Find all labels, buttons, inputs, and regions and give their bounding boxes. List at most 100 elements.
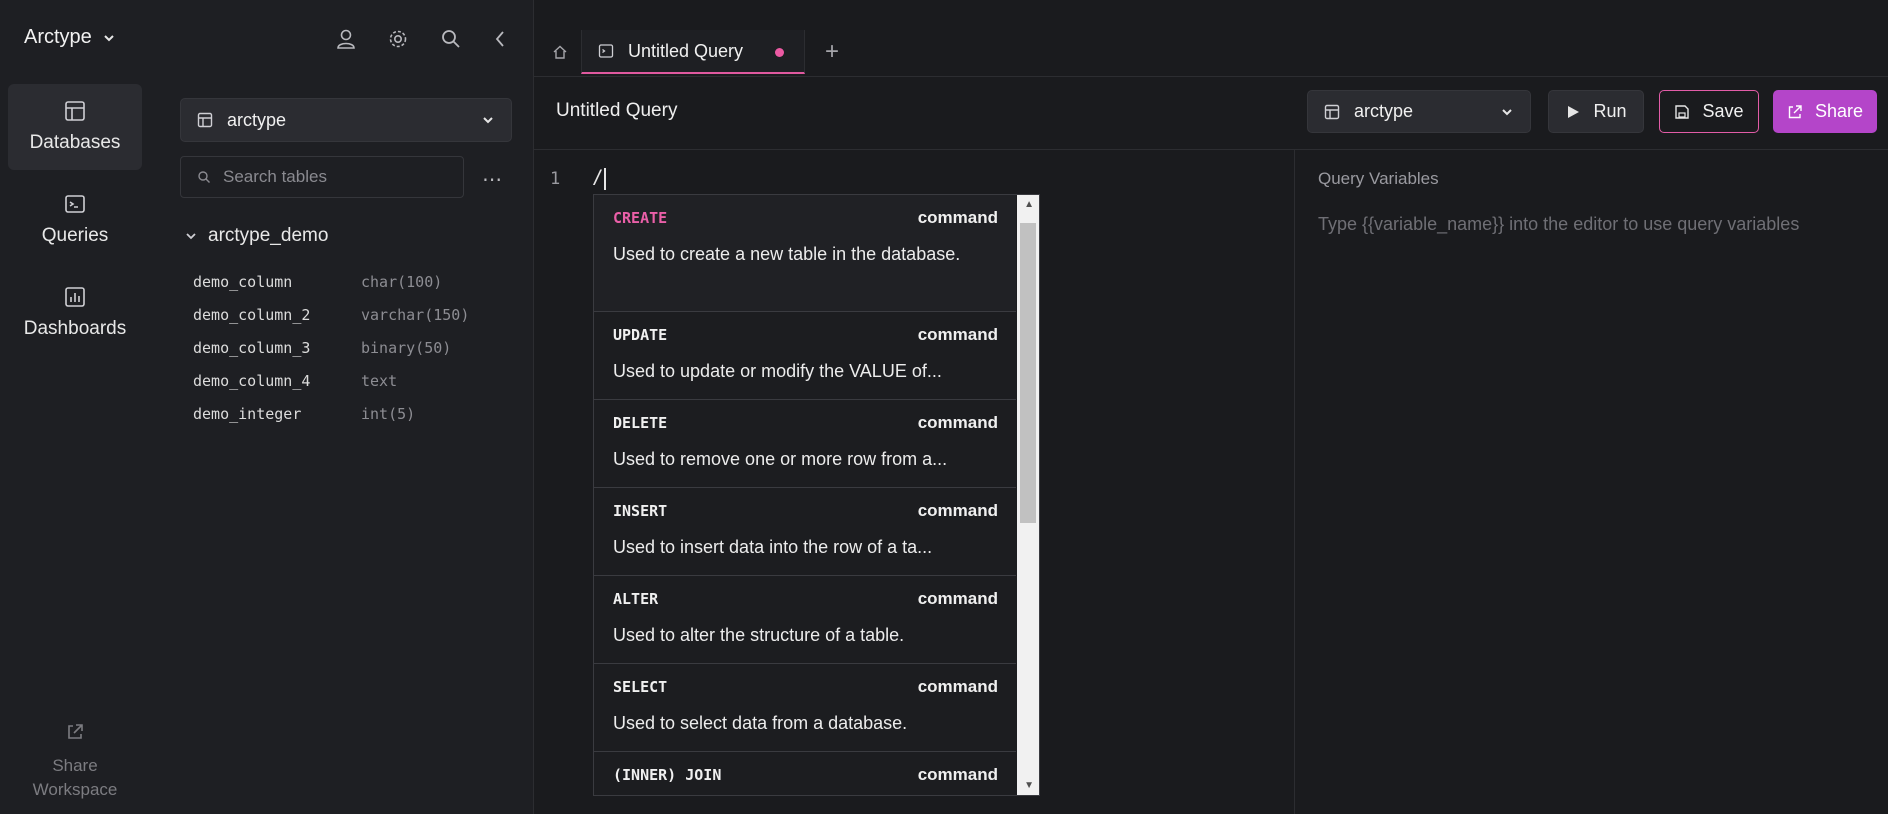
collapse-sidebar-icon[interactable]	[493, 28, 507, 50]
autocomplete-item[interactable]: DELETE command Used to remove one or mor…	[594, 400, 1016, 488]
play-icon	[1568, 105, 1580, 118]
pane-divider[interactable]	[1294, 149, 1295, 814]
line-number: 1	[550, 169, 561, 189]
tab-home[interactable]	[540, 30, 580, 74]
autocomplete-kind: command	[917, 325, 998, 344]
table-icon	[1324, 104, 1340, 119]
autocomplete-description: Used to remove one or more row from a...	[613, 449, 948, 469]
autocomplete-keyword: CREATE	[613, 209, 668, 227]
autocomplete-description: Used to insert data into the row of a ta…	[613, 537, 933, 557]
chevron-down-icon	[483, 117, 493, 124]
nav-databases-label: Databases	[29, 132, 121, 153]
table-name: arctype_demo	[208, 225, 329, 246]
table-icon	[65, 101, 85, 121]
autocomplete-kind: command	[917, 589, 998, 608]
more-options-icon[interactable]: ⋯	[482, 167, 504, 192]
autocomplete-keyword: UPDATE	[613, 326, 668, 344]
search-icon[interactable]	[440, 28, 462, 50]
database-select[interactable]: arctype	[180, 98, 512, 142]
autocomplete-description: Used to create a new table in the databa…	[613, 244, 961, 264]
autocomplete-keyword: SELECT	[613, 678, 668, 696]
nav-queries[interactable]: Queries	[8, 177, 142, 263]
home-icon	[553, 45, 567, 59]
column-row[interactable]: demo_column_2 varchar(150)	[193, 298, 513, 331]
column-name: demo_column	[193, 272, 293, 291]
autocomplete-item[interactable]: ALTER command Used to alter the structur…	[594, 576, 1016, 664]
save-icon	[1675, 104, 1690, 119]
query-title[interactable]: Untitled Query	[556, 100, 677, 122]
column-name: demo_integer	[193, 404, 302, 423]
column-type: char(100)	[361, 272, 443, 291]
chart-icon	[65, 287, 85, 307]
run-button-label: Run	[1593, 101, 1627, 121]
column-type: int(5)	[361, 404, 416, 423]
autocomplete-keyword: ALTER	[613, 590, 659, 608]
autocomplete-keyword: (INNER) JOIN	[613, 766, 722, 784]
external-link-icon	[68, 724, 83, 739]
connection-select-value: arctype	[1354, 101, 1414, 121]
run-button[interactable]: Run	[1548, 90, 1644, 133]
save-button-label: Save	[1702, 101, 1744, 121]
autocomplete-description: Used to alter the structure of a table.	[613, 625, 905, 645]
autocomplete-kind: command	[917, 413, 998, 432]
column-row[interactable]: demo_integer int(5)	[193, 397, 513, 430]
autocomplete-kind: command	[917, 677, 998, 696]
save-button[interactable]: Save	[1659, 90, 1759, 133]
scroll-up-icon[interactable]: ▲	[1024, 199, 1034, 210]
autocomplete-keyword: DELETE	[613, 414, 668, 432]
nav-dashboards[interactable]: Dashboards	[8, 270, 142, 356]
share-workspace-button[interactable]: Share Workspace	[0, 722, 150, 802]
external-link-icon	[1788, 104, 1802, 118]
autocomplete-keyword: INSERT	[613, 502, 668, 520]
add-tab-button[interactable]: +	[825, 38, 839, 66]
autocomplete-item[interactable]: INSERT command Used to insert data into …	[594, 488, 1016, 576]
autocomplete-item[interactable]: (INNER) JOIN command	[594, 752, 1016, 795]
search-tables-input[interactable]: Search tables	[180, 156, 464, 198]
scroll-down-icon[interactable]: ▼	[1024, 780, 1034, 791]
autocomplete-kind: command	[917, 501, 998, 520]
autocomplete-item[interactable]: SELECT command Used to select data from …	[594, 664, 1016, 752]
editor-content[interactable]: /	[592, 166, 603, 188]
search-icon	[198, 171, 210, 183]
tab-untitled-query[interactable]: Untitled Query	[581, 30, 805, 74]
text-cursor	[604, 168, 606, 190]
autocomplete-scrollbar[interactable]: ▲ ▼	[1017, 195, 1039, 795]
scrollbar-thumb[interactable]	[1020, 223, 1036, 523]
column-name: demo_column_3	[193, 338, 311, 357]
autocomplete-item[interactable]: UPDATE command Used to update or modify …	[594, 312, 1016, 400]
nav-databases[interactable]: Databases	[8, 84, 142, 170]
share-workspace-label: Share Workspace	[32, 756, 118, 799]
column-name: demo_column_2	[193, 305, 311, 324]
connection-select[interactable]: arctype	[1307, 90, 1531, 133]
column-name: demo_column_4	[193, 371, 311, 390]
chevron-down-icon	[104, 34, 114, 41]
terminal-icon	[598, 44, 614, 58]
autocomplete-description: Used to select data from a database.	[613, 713, 908, 733]
autocomplete-description: Used to update or modify the VALUE of...	[613, 361, 942, 381]
autocomplete-kind: command	[917, 208, 998, 227]
workspace-name: Arctype	[24, 26, 92, 48]
nav-dashboards-label: Dashboards	[23, 318, 127, 339]
column-type: varchar(150)	[361, 305, 470, 324]
query-variables-title: Query Variables	[1318, 169, 1439, 188]
chevron-down-icon	[1502, 108, 1512, 115]
autocomplete-kind: command	[917, 765, 998, 784]
autocomplete-popup: CREATE command Used to create a new tabl…	[593, 194, 1040, 796]
search-tables-placeholder: Search tables	[223, 167, 327, 186]
gear-icon[interactable]	[387, 28, 409, 50]
chevron-down-icon	[186, 233, 196, 240]
share-button-label: Share	[1814, 101, 1864, 121]
table-tree-node[interactable]: arctype_demo	[184, 225, 328, 247]
autocomplete-item[interactable]: CREATE command Used to create a new tabl…	[594, 195, 1016, 312]
column-row[interactable]: demo_column char(100)	[193, 265, 513, 298]
nav-queries-label: Queries	[41, 225, 109, 246]
column-type: text	[361, 371, 398, 390]
user-icon[interactable]	[336, 28, 356, 50]
workspace-switcher[interactable]: Arctype	[24, 26, 116, 49]
column-row[interactable]: demo_column_4 text	[193, 364, 513, 397]
terminal-icon	[65, 195, 85, 213]
table-icon	[197, 112, 213, 128]
share-button[interactable]: Share	[1773, 90, 1877, 133]
unsaved-indicator	[775, 48, 784, 57]
column-row[interactable]: demo_column_3 binary(50)	[193, 331, 513, 364]
